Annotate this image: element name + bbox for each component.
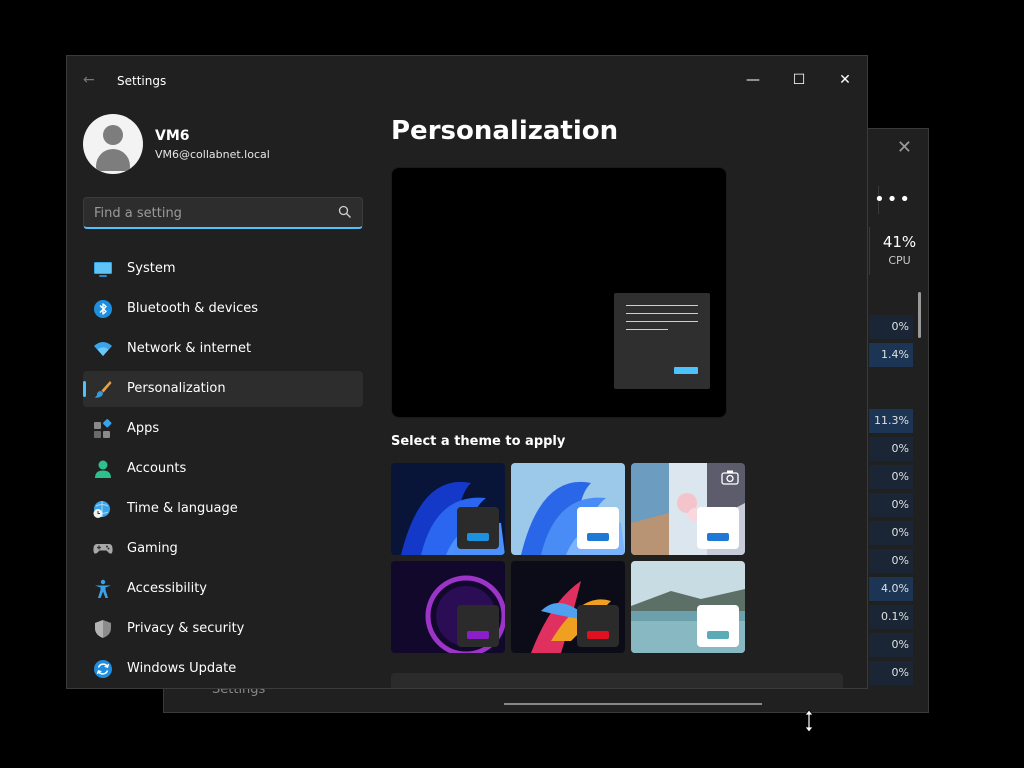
sidebar-item-label: Time & language: [127, 501, 238, 516]
bg-scrollbar[interactable]: [918, 292, 921, 338]
sidebar-item-time-language[interactable]: Time & language: [83, 491, 363, 527]
user-name: VM6: [155, 128, 190, 144]
cpu-value-cell: 0%: [869, 633, 913, 657]
sidebar-item-bluetooth[interactable]: Bluetooth & devices: [83, 291, 363, 327]
cpu-percent: 41%: [882, 233, 917, 251]
selection-indicator: [83, 381, 86, 397]
theme-flow[interactable]: [631, 561, 745, 653]
cpu-value-cell: 0%: [869, 521, 913, 545]
wifi-icon: [93, 339, 113, 359]
theme-window-preview: [577, 605, 619, 647]
page-title: Personalization: [391, 116, 619, 146]
cpu-label: CPU: [888, 254, 911, 267]
update-icon: [93, 659, 113, 679]
sidebar-item-label: System: [127, 261, 176, 276]
cpu-value-cell: 0%: [869, 661, 913, 685]
cpu-value-cell: 0%: [869, 437, 913, 461]
theme-window-preview: [457, 507, 499, 549]
theme-sunrise[interactable]: [511, 561, 625, 653]
theme-accent-bar: [467, 533, 489, 541]
cpu-value-cell: 0.1%: [869, 605, 913, 629]
sidebar-item-label: Bluetooth & devices: [127, 301, 258, 316]
cpu-value-cell: 0%: [869, 549, 913, 573]
theme-section-label: Select a theme to apply: [391, 434, 566, 449]
search-box[interactable]: [83, 197, 363, 229]
sidebar-item-label: Privacy & security: [127, 621, 245, 636]
window-title: Settings: [117, 74, 167, 88]
avatar[interactable]: [83, 114, 143, 174]
theme-window-preview: [577, 507, 619, 549]
camera-icon: [721, 469, 739, 485]
theme-window-preview: [697, 507, 739, 549]
theme-accent-bar: [707, 631, 729, 639]
theme-glow[interactable]: [391, 561, 505, 653]
user-profile[interactable]: VM6 VM6@collabnet.local: [83, 114, 363, 174]
cpu-value-cell: 11.3%: [869, 409, 913, 433]
preview-window: [614, 293, 710, 389]
sidebar-item-accessibility[interactable]: Accessibility: [83, 571, 363, 607]
cpu-value-cell: 1.4%: [869, 343, 913, 367]
accounts-icon: [93, 459, 113, 479]
theme-accent-bar: [587, 631, 609, 639]
cpu-value-cell: 0%: [869, 315, 913, 339]
avatar-body: [96, 149, 130, 171]
bg-bottom-line: [504, 703, 762, 705]
sidebar-item-shield[interactable]: Privacy & security: [83, 611, 363, 647]
cpu-value-cell: 0%: [869, 493, 913, 517]
sidebar-item-label: Network & internet: [127, 341, 252, 356]
shield-icon: [93, 619, 113, 639]
accessibility-icon: [93, 579, 113, 599]
sidebar-item-label: Gaming: [127, 541, 178, 556]
more-options-icon[interactable]: •••: [874, 189, 912, 210]
main-content: Personalization Select a theme to apply: [391, 56, 867, 688]
search-input[interactable]: [94, 204, 324, 222]
system-icon: [93, 259, 113, 279]
user-email: VM6@collabnet.local: [155, 148, 270, 161]
time-language-icon: [93, 499, 113, 519]
sidebar-item-label: Apps: [127, 421, 160, 436]
cpu-value-cell: 0%: [869, 465, 913, 489]
sidebar-item-brush[interactable]: Personalization: [83, 371, 363, 407]
cpu-value-cell: 4.0%: [869, 577, 913, 601]
cpu-column-header[interactable]: 41% CPU: [869, 227, 929, 275]
sidebar-item-wifi[interactable]: Network & internet: [83, 331, 363, 367]
bluetooth-icon: [93, 299, 113, 319]
avatar-head: [103, 125, 123, 145]
theme-captured-motion[interactable]: [631, 463, 745, 555]
sidebar-item-update[interactable]: Windows Update: [83, 651, 363, 687]
back-arrow-icon[interactable]: ←: [83, 72, 95, 88]
next-section-card[interactable]: [391, 673, 843, 688]
theme-windows-dark[interactable]: [391, 463, 505, 555]
apps-icon: [93, 419, 113, 439]
search-icon[interactable]: [338, 205, 352, 219]
sidebar-item-apps[interactable]: Apps: [83, 411, 363, 447]
theme-window-preview: [457, 605, 499, 647]
sidebar-item-label: Accessibility: [127, 581, 207, 596]
gamepad-icon: [93, 539, 113, 559]
resize-cursor-icon: [804, 709, 814, 733]
sidebar-item-accounts[interactable]: Accounts: [83, 451, 363, 487]
bg-close-icon[interactable]: ✕: [897, 137, 912, 158]
sidebar-item-gamepad[interactable]: Gaming: [83, 531, 363, 567]
theme-windows-light[interactable]: [511, 463, 625, 555]
sidebar-item-label: Personalization: [127, 381, 226, 396]
sidebar-item-label: Windows Update: [127, 661, 237, 676]
theme-preview: [391, 167, 727, 418]
theme-accent-bar: [587, 533, 609, 541]
theme-window-preview: [697, 605, 739, 647]
theme-accent-bar: [707, 533, 729, 541]
sidebar-item-label: Accounts: [127, 461, 187, 476]
sidebar-item-system[interactable]: System: [83, 251, 363, 287]
theme-accent-bar: [467, 631, 489, 639]
brush-icon: [93, 379, 113, 399]
settings-window: ← Settings — ☐ ✕ VM6 VM6@collabnet.local…: [66, 55, 868, 689]
